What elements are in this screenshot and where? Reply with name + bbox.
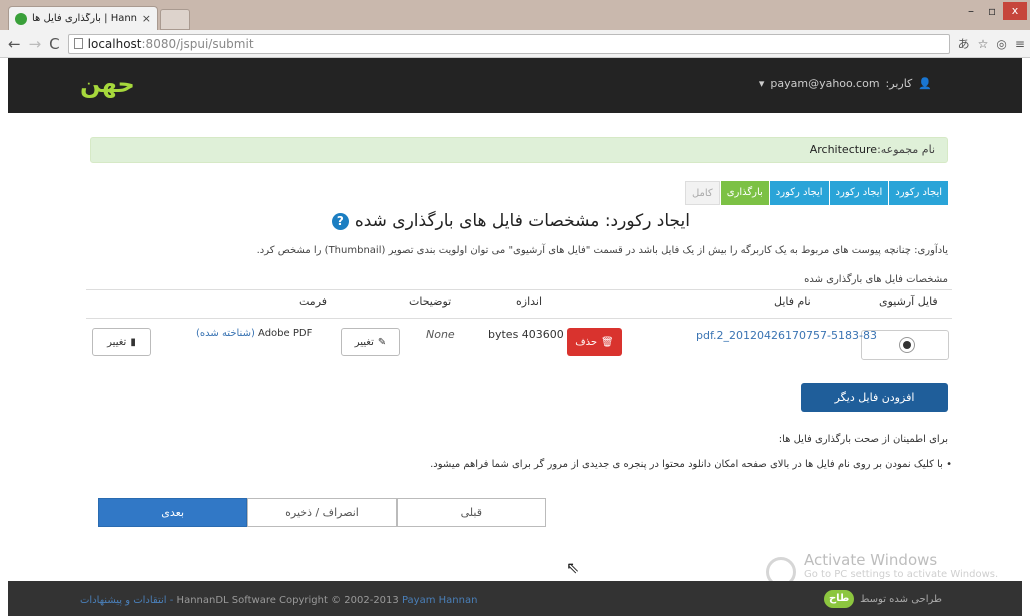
feedback-link[interactable]: انتقادات و پیشنهادات - [80,595,173,606]
add-file-button[interactable]: افزودن فایل دیگر [801,383,948,412]
collection-value: Architecture [809,143,878,156]
header-divider [86,318,952,319]
file-size: bytes 403600 [488,328,564,341]
mouse-cursor-icon: ⇖ [566,558,580,577]
designed-by-text: طراحی شده توسط [860,593,942,605]
uploaded-files-subheading: مشخصات فایل های بارگذاری شده [804,274,948,285]
step-describe-1[interactable]: ایجاد رکورد [888,181,948,205]
step-complete: کامل [684,181,720,205]
collection-label: نام مجموعه: [877,143,935,156]
progress-steps: ایجاد رکورد ایجاد رکورد ایجاد رکورد بارگ… [684,181,948,205]
delete-label: حذف [575,336,598,348]
app-header: ﺣﻬﻦ 👤 کاربر: payam@yahoo.com ▾ [8,58,1022,113]
user-email: payam@yahoo.com [770,77,880,90]
activate-windows-watermark: Activate Windows Go to PC settings to ac… [766,551,999,587]
header-size: اندازه [516,295,543,308]
step-upload[interactable]: بارگذاری [719,181,769,205]
bookmark-star-icon[interactable]: ☆ [978,37,989,51]
change-format-label: تغییر [107,336,127,348]
page-title-text: ایجاد رکورد: مشخصات فایل های بارگذاری شد… [354,211,690,231]
footer: انتقادات و پیشنهادات - HannanDL Software… [8,581,1022,616]
back-icon[interactable]: ← [8,35,21,53]
file-link[interactable]: pdf.2_20120426170757-5183-83 [696,329,877,342]
browser-toolbar: ← → C localhost:8080/jspui/submit あ ☆ ◎ … [0,30,1030,58]
archive-radio[interactable] [899,337,915,353]
change-description-button[interactable]: ✎ تغییر [341,328,400,356]
designer-logo[interactable]: ﻃﺎﺡ [824,590,855,608]
step-describe-3[interactable]: ایجاد رکورد [768,181,829,205]
change-format-button[interactable]: ▮ تغییر [92,328,151,356]
tab-title: بارگذاری فایل ها | HannanDL [32,13,137,24]
favicon-icon [15,12,27,25]
hint-text: یادآوری: چنانچه پیوست های مربوط به یک کا… [256,245,948,256]
pencil-icon: ✎ [377,336,387,348]
header-archive: فایل آرشیوی [879,295,938,308]
page-icon [73,38,83,49]
file-icon: ▮ [130,336,136,348]
watermark-title: Activate Windows [804,551,938,569]
reload-icon[interactable]: C [49,35,59,53]
page-title: ایجاد رکورد: مشخصات فایل های بارگذاری شد… [331,211,690,231]
user-label: کاربر: [885,77,913,90]
next-button[interactable]: بعدی [98,498,248,527]
header-format: فرمت [299,295,328,308]
change-description-label: تغییر [354,336,374,348]
user-menu[interactable]: 👤 کاربر: payam@yahoo.com ▾ [759,77,932,90]
previous-button[interactable]: قبلی [396,498,546,527]
address-bar[interactable]: localhost:8080/jspui/submit [67,33,950,54]
minimize-icon[interactable]: – [968,4,974,18]
footer-designed-by: طراحی شده توسط ﻃﺎﺡ [824,590,942,608]
menu-icon[interactable]: ≡ [1015,37,1025,51]
wizard-nav: بعدی انصراف / ذخیره قبلی [98,498,546,527]
verify-note-title: برای اطمینان از صحت بارگذاری فایل ها: [778,434,948,445]
browser-tabbar: بارگذاری فایل ها | HannanDL × – ▫ x [0,0,1030,30]
watermark-subtitle: Go to PC settings to activate Windows. [804,569,999,580]
file-format: Adobe PDF (شناخته شده) [196,328,312,339]
site-logo[interactable]: ﺣﻬﻦ [80,70,135,98]
close-window-button[interactable]: x [1003,2,1027,20]
delete-button[interactable]: 🗑 حذف [567,328,622,356]
author-link[interactable]: Payam Hannan [402,595,477,606]
footer-copyright: انتقادات و پیشنهادات - HannanDL Software… [80,595,477,606]
globe-icon[interactable]: ◎ [996,37,1006,51]
help-icon[interactable]: ? [331,212,349,230]
maximize-icon[interactable]: ▫ [988,4,996,18]
trash-icon: 🗑 [601,336,614,348]
translate-icon[interactable]: あ [958,35,970,52]
step-describe-2[interactable]: ایجاد رکورد [828,181,889,205]
tab-close-icon[interactable]: × [142,12,151,25]
collection-bar: نام مجموعه:Architecture [90,137,948,163]
url-host: localhost [87,36,142,51]
copyright-text: HannanDL Software Copyright © 2002-2013 [176,595,399,606]
chevron-down-icon: ▾ [758,77,765,90]
bullet-icon: • [942,459,952,470]
user-icon: 👤 [918,77,932,90]
header-description: توضیحات [409,295,452,308]
file-description: None [426,328,455,341]
verify-note-item: • با کلیک نمودن بر روی نام فایل ها در با… [430,459,952,470]
browser-tab[interactable]: بارگذاری فایل ها | HannanDL × [8,6,158,30]
format-name: Adobe PDF [258,328,313,339]
header-filename: نام فایل [774,295,811,308]
url-path: :8080/jspui/submit [141,36,254,51]
verify-note-text: با کلیک نمودن بر روی نام فایل ها در بالا… [430,459,943,470]
uploaded-files-table: فایل آرشیوی نام فایل اندازه توضیحات فرمت… [86,289,952,360]
format-status: (شناخته شده) [196,328,255,339]
new-tab-button[interactable] [160,9,190,30]
cancel-save-button[interactable]: انصراف / ذخیره [247,498,397,527]
forward-icon[interactable]: → [29,35,42,53]
